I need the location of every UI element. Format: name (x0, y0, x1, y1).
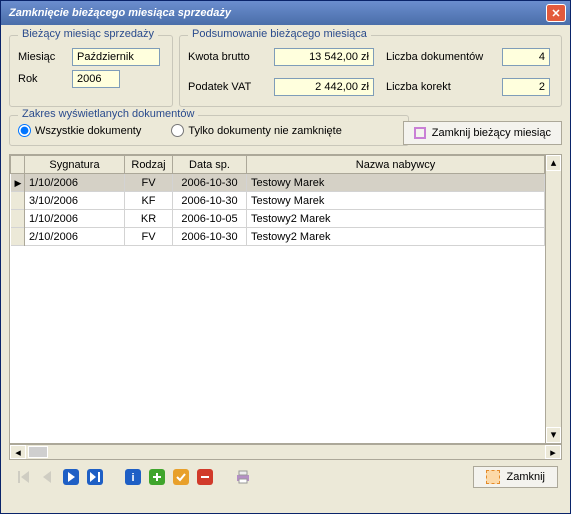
print-button[interactable] (233, 467, 253, 487)
cell-kind: KF (125, 192, 173, 210)
scroll-up-icon[interactable]: ▴ (546, 155, 561, 171)
vat-value: 2 442,00 zł (274, 78, 374, 96)
close-button-label: Zamknij (506, 471, 545, 483)
delete-button[interactable] (195, 467, 215, 487)
close-month-button[interactable]: Zamknij bieżący miesiąc (403, 121, 562, 145)
radio-all-input[interactable] (18, 124, 31, 137)
svg-text:i: i (131, 472, 134, 484)
add-button[interactable] (147, 467, 167, 487)
cell-buyer: Testowy2 Marek (247, 228, 545, 246)
row-selector-header (11, 156, 25, 174)
current-month-group: Bieżący miesiąc sprzedaży Miesiąc Paździ… (9, 35, 173, 107)
edit-button[interactable] (171, 467, 191, 487)
nav-first-button (13, 467, 33, 487)
scroll-down-icon[interactable]: ▾ (546, 427, 561, 443)
scope-group: Zakres wyświetlanych dokumentów Wszystki… (9, 115, 409, 146)
radio-all-documents[interactable]: Wszystkie dokumenty (18, 124, 141, 137)
close-button[interactable]: Zamknij (473, 466, 558, 488)
scroll-right-icon[interactable]: ▸ (545, 445, 561, 459)
table-row[interactable]: 1/10/2006FV2006-10-30Testowy Marek (11, 174, 545, 192)
cell-signature: 3/10/2006 (25, 192, 125, 210)
col-header-date[interactable]: Data sp. (173, 156, 247, 174)
cell-date: 2006-10-30 (173, 228, 247, 246)
cell-date: 2006-10-05 (173, 210, 247, 228)
col-header-buyer[interactable]: Nazwa nabywcy (247, 156, 545, 174)
cell-signature: 1/10/2006 (25, 210, 125, 228)
nav-next-button[interactable] (61, 467, 81, 487)
row-selector (11, 192, 25, 210)
table-row[interactable]: 2/10/2006FV2006-10-30Testowy2 Marek (11, 228, 545, 246)
radio-open-label: Tylko dokumenty nie zamknięte (188, 125, 341, 137)
main-window: Zamknięcie bieżącego miesiąca sprzedaży … (0, 0, 571, 514)
scope-legend: Zakres wyświetlanych dokumentów (18, 108, 198, 120)
scroll-thumb[interactable] (28, 446, 48, 458)
radio-open-documents[interactable]: Tylko dokumenty nie zamknięte (171, 124, 341, 137)
cell-buyer: Testowy Marek (247, 174, 545, 192)
vertical-scrollbar[interactable]: ▴ ▾ (545, 155, 561, 443)
window-close-button[interactable]: ✕ (546, 4, 566, 22)
horizontal-scrollbar[interactable]: ◂ ▸ (9, 444, 562, 460)
corrections-count-value: 2 (502, 78, 550, 96)
col-header-signature[interactable]: Sygnatura (25, 156, 125, 174)
current-month-legend: Bieżący miesiąc sprzedaży (18, 28, 158, 40)
navigation-toolbar: i Zamknij (9, 460, 562, 490)
cell-kind: FV (125, 174, 173, 192)
table-row[interactable]: 1/10/2006KR2006-10-05Testowy2 Marek (11, 210, 545, 228)
cell-buyer: Testowy Marek (247, 192, 545, 210)
nav-last-button[interactable] (85, 467, 105, 487)
vat-label: Podatek VAT (188, 81, 268, 93)
month-value: Październik (72, 48, 160, 66)
cell-buyer: Testowy2 Marek (247, 210, 545, 228)
year-label: Rok (18, 73, 66, 85)
gross-value: 13 542,00 zł (274, 48, 374, 66)
cell-kind: KR (125, 210, 173, 228)
radio-open-input[interactable] (171, 124, 184, 137)
cell-signature: 2/10/2006 (25, 228, 125, 246)
row-selector (11, 174, 25, 192)
cell-date: 2006-10-30 (173, 174, 247, 192)
documents-table[interactable]: Sygnatura Rodzaj Data sp. Nazwa nabywcy … (9, 154, 562, 444)
cell-kind: FV (125, 228, 173, 246)
info-button[interactable]: i (123, 467, 143, 487)
cell-signature: 1/10/2006 (25, 174, 125, 192)
docs-count-value: 4 (502, 48, 550, 66)
corrections-count-label: Liczba korekt (386, 81, 496, 93)
table-row[interactable]: 3/10/2006KF2006-10-30Testowy Marek (11, 192, 545, 210)
nav-prev-button (37, 467, 57, 487)
row-selector (11, 228, 25, 246)
close-month-label: Zamknij bieżący miesiąc (432, 127, 551, 139)
radio-all-label: Wszystkie dokumenty (35, 125, 141, 137)
titlebar: Zamknięcie bieżącego miesiąca sprzedaży … (1, 1, 570, 25)
docs-count-label: Liczba dokumentów (386, 51, 496, 63)
close-month-icon (414, 127, 426, 139)
year-value: 2006 (72, 70, 120, 88)
gross-label: Kwota brutto (188, 51, 268, 63)
window-title: Zamknięcie bieżącego miesiąca sprzedaży (5, 7, 546, 19)
summary-group: Podsumowanie bieżącego miesiąca Kwota br… (179, 35, 562, 107)
summary-legend: Podsumowanie bieżącego miesiąca (188, 28, 371, 40)
scroll-left-icon[interactable]: ◂ (10, 445, 26, 459)
month-label: Miesiąc (18, 51, 66, 63)
cell-date: 2006-10-30 (173, 192, 247, 210)
close-icon (486, 470, 500, 484)
row-selector (11, 210, 25, 228)
col-header-kind[interactable]: Rodzaj (125, 156, 173, 174)
